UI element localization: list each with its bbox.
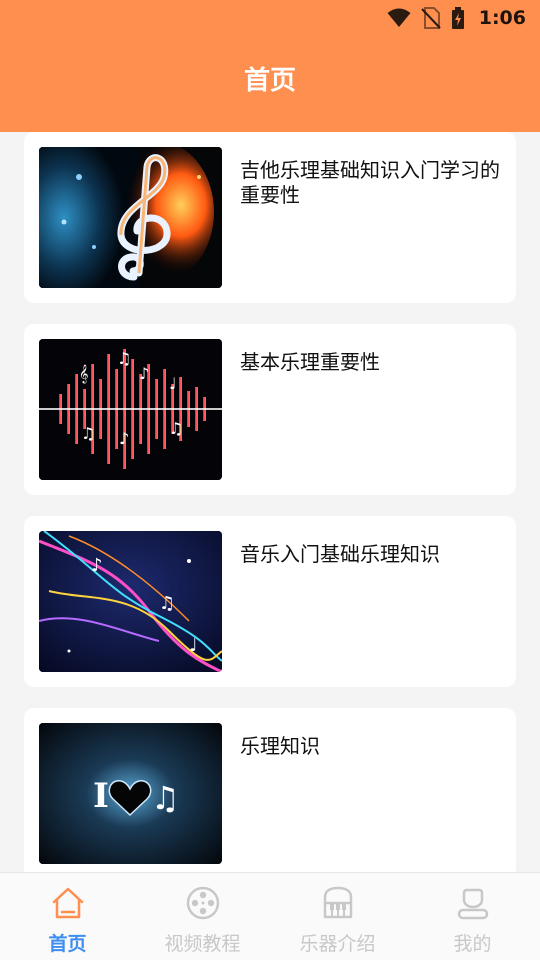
- article-thumbnail: ♪ ♫ ♩: [39, 531, 222, 672]
- battery-charging-icon: [451, 7, 464, 29]
- article-list[interactable]: 吉他乐理基础知识入门学习的重要性 𝄞 ♫ ♪ ♩ ♫ ♪ ♫ 基本乐理重要性 ♪…: [0, 132, 540, 872]
- tab-home[interactable]: 首页: [0, 873, 135, 960]
- svg-text:𝄞: 𝄞: [79, 364, 88, 384]
- no-sim-icon: [421, 7, 441, 29]
- svg-text:♫: ♫: [159, 593, 175, 614]
- article-title: 吉他乐理基础知识入门学习的重要性: [240, 158, 500, 207]
- tab-instruments[interactable]: 乐器介绍: [270, 873, 405, 960]
- svg-text:♪: ♪: [139, 364, 149, 383]
- article-thumbnail: [39, 147, 222, 288]
- article-card[interactable]: I ♫ 乐理知识: [24, 708, 516, 872]
- rainbow-soundwave-notes-image: 𝄞 ♫ ♪ ♩ ♫ ♪ ♫: [39, 339, 222, 480]
- wifi-icon: [387, 8, 411, 27]
- tab-instruments-label: 乐器介绍: [299, 933, 376, 955]
- article-thumbnail: I ♫: [39, 723, 222, 864]
- article-thumbnail: 𝄞 ♫ ♪ ♩ ♫ ♪ ♫: [39, 339, 222, 480]
- film-reel-icon: [186, 886, 219, 920]
- app-header: 1:06 首页: [0, 0, 540, 132]
- svg-text:♫: ♫: [117, 349, 131, 368]
- page-title: 首页: [243, 66, 296, 96]
- status-bar: 1:06: [0, 0, 540, 36]
- svg-text:♫: ♫: [169, 419, 183, 438]
- tab-video-tutorials-label: 视频教程: [164, 933, 241, 955]
- article-card[interactable]: ♪ ♫ ♩ 音乐入门基础乐理知识: [24, 516, 516, 687]
- svg-text:I: I: [93, 776, 109, 816]
- colorful-note-swirl-image: ♪ ♫ ♩: [39, 531, 222, 672]
- svg-text:♫: ♫: [151, 779, 180, 817]
- tab-profile-label: 我的: [453, 933, 492, 955]
- status-time: 1:06: [478, 7, 526, 29]
- svg-text:♩: ♩: [169, 374, 177, 393]
- treble-clef-fire-water-image: [39, 147, 222, 288]
- piano-icon: [323, 886, 352, 919]
- article-card[interactable]: 𝄞 ♫ ♪ ♩ ♫ ♪ ♫ 基本乐理重要性: [24, 324, 516, 495]
- home-icon: [52, 887, 83, 919]
- article-title: 音乐入门基础乐理知识: [240, 542, 440, 566]
- article-card[interactable]: 吉他乐理基础知识入门学习的重要性: [24, 132, 516, 303]
- svg-text:♩: ♩: [189, 635, 198, 656]
- article-title: 基本乐理重要性: [240, 350, 380, 374]
- svg-text:♪: ♪: [91, 555, 103, 576]
- i-love-music-image: I ♫: [39, 723, 222, 864]
- tab-home-label: 首页: [48, 933, 87, 955]
- person-icon: [457, 888, 488, 920]
- article-title: 乐理知识: [240, 734, 320, 758]
- tab-video-tutorials[interactable]: 视频教程: [135, 873, 270, 960]
- svg-text:♪: ♪: [119, 429, 129, 448]
- svg-text:♫: ♫: [81, 424, 95, 443]
- app-root: 1:06 首页 吉他乐理基础知识入门学习的重要性 𝄞 ♫ ♪ ♩ ♫ ♪ ♫ 基…: [0, 0, 540, 960]
- bottom-nav: 首页 视频教程 乐器介绍 我的: [0, 872, 540, 960]
- tab-profile[interactable]: 我的: [405, 873, 540, 960]
